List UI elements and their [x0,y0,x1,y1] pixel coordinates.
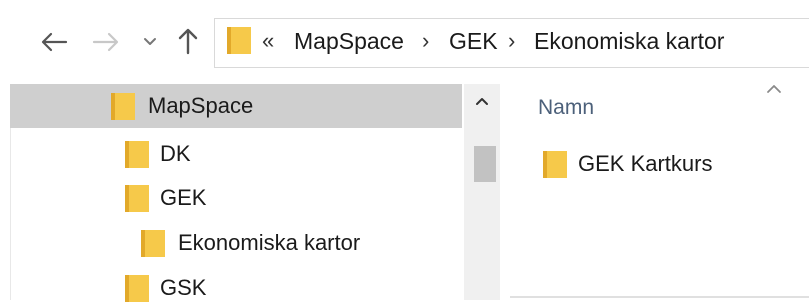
tree-item-dk[interactable]: DK [124,134,191,174]
folder-icon [141,230,165,257]
forward-button[interactable] [86,24,126,60]
scroll-up-button[interactable] [464,86,500,116]
column-header-name[interactable]: Namn [538,94,594,122]
chevron-up-icon [767,85,781,93]
folder-icon [125,185,149,212]
divider [510,296,809,298]
arrow-left-icon [41,32,68,52]
tree-item-label: GSK [160,275,207,300]
folder-icon [111,93,135,120]
breadcrumb-overflow-button[interactable]: « [262,26,274,56]
recent-locations-button[interactable] [136,26,164,58]
navigation-scrollbar[interactable] [464,84,500,300]
breadcrumb-separator[interactable]: › [422,26,429,56]
breadcrumb-gek[interactable]: GEK [449,26,498,56]
file-item-gek-kartkurs[interactable]: GEK Kartkurs [542,144,712,184]
folder-icon [543,151,567,178]
folder-icon [125,275,149,302]
breadcrumb-mapspace[interactable]: MapSpace [294,26,404,56]
up-button[interactable] [170,22,206,60]
tree-item-label: Ekonomiska kartor [178,230,361,255]
tree-item-label: MapSpace [148,93,254,118]
scrollbar-thumb[interactable] [474,146,496,182]
arrow-up-icon [178,28,198,55]
chevron-down-icon [144,38,156,45]
tree-item-gsk[interactable]: GSK [124,268,206,308]
tree-item-mapspace[interactable]: MapSpace [110,86,253,126]
tree-item-ekonomiska-kartor[interactable]: Ekonomiska kartor [140,223,360,263]
file-item-label: GEK Kartkurs [578,151,713,176]
sort-ascending-indicator [764,82,784,102]
tree-item-gek[interactable]: GEK [124,178,206,218]
breadcrumb-ekonomiska-kartor[interactable]: Ekonomiska kartor [534,26,724,56]
folder-icon [125,141,149,168]
chevron-up-icon [476,98,488,105]
arrow-right-icon [92,32,119,52]
back-button[interactable] [34,24,74,60]
tree-item-label: DK [160,141,191,166]
breadcrumb-separator[interactable]: › [508,26,515,56]
folder-icon [226,24,252,56]
tree-item-label: GEK [160,185,207,210]
